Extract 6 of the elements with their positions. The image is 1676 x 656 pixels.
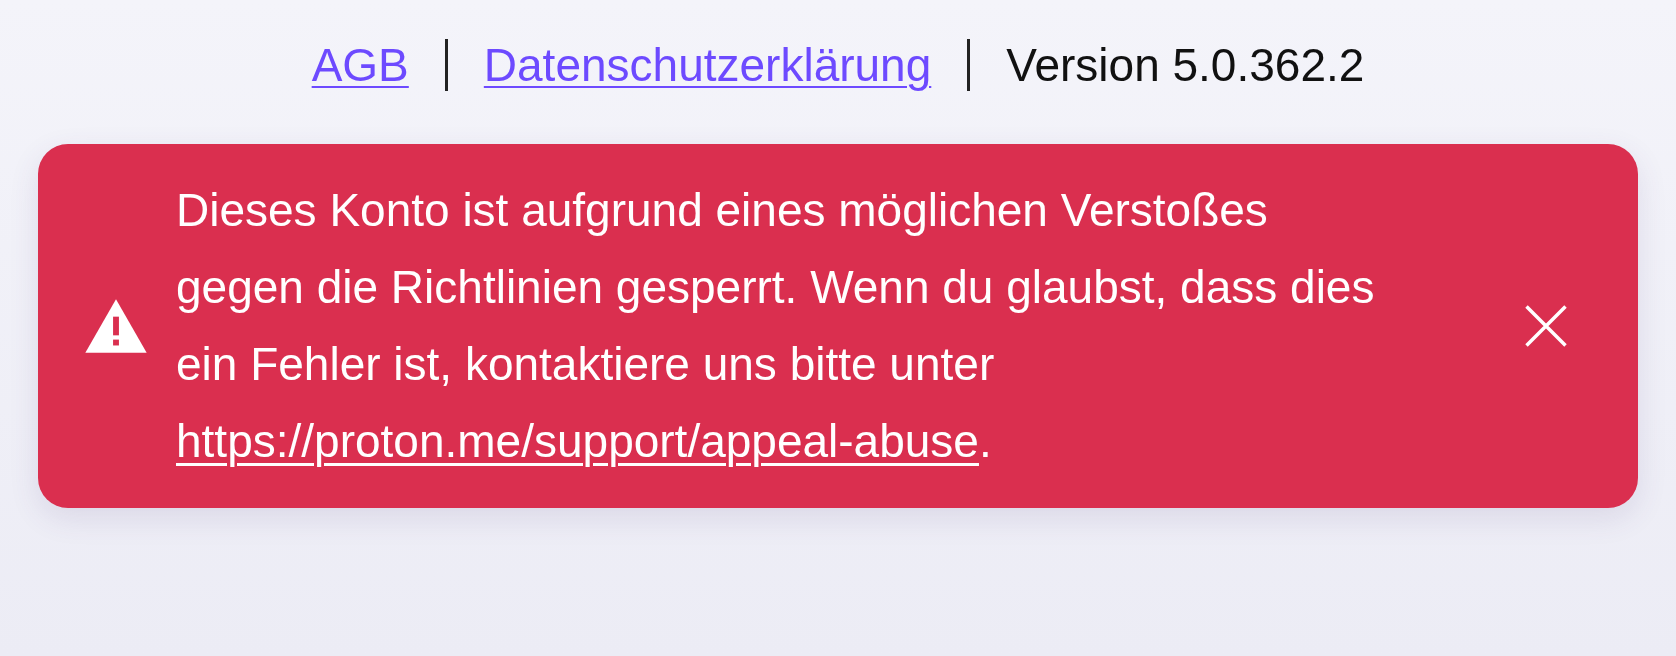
footer-link[interactable]: AGB bbox=[311, 38, 409, 92]
warning-icon bbox=[84, 298, 148, 354]
alert-message: Dieses Konto ist aufgrund eines möglichen Verstoßes gegen die Richtlinien gesperrt. Wenn du glaubst, dass dies ein Fehler ist, kontaktiere uns bitte unter https://proton.me/support/appeal-abuse. bbox=[176, 183, 1376, 469]
appeal-link[interactable]: https://proton.me/support/appeal-abuse bbox=[176, 415, 979, 467]
footer-link[interactable]: Datenschutzerklärung bbox=[483, 38, 932, 92]
version-text: Version 5.0.362.2 bbox=[1006, 38, 1365, 92]
